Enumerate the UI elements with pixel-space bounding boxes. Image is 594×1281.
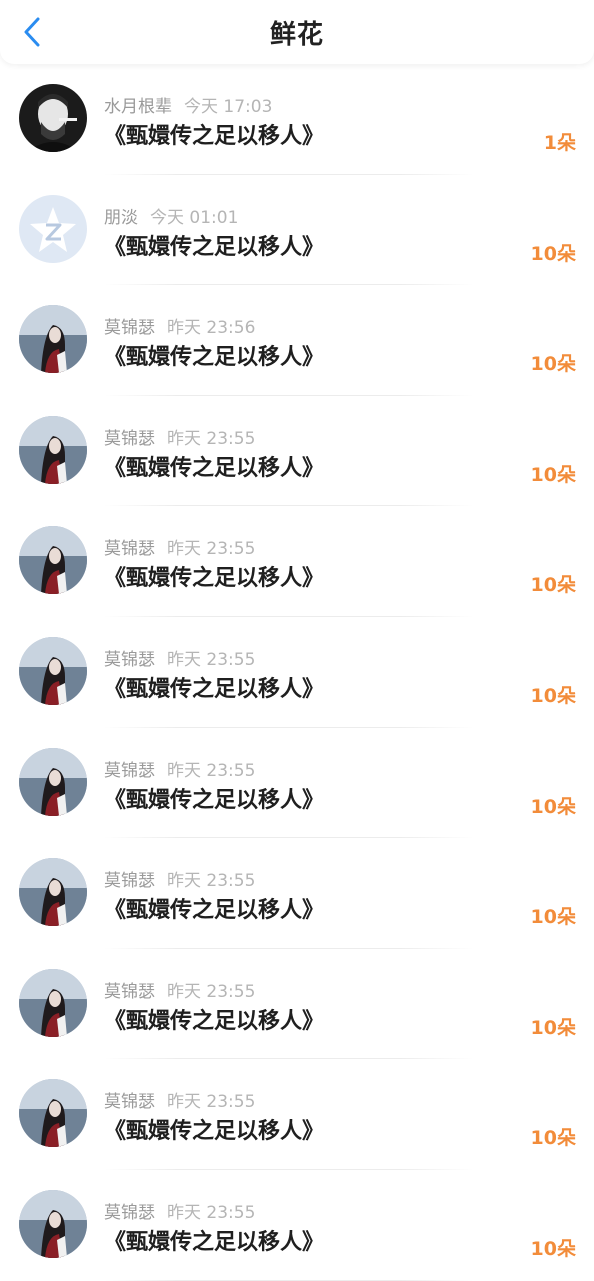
book-title: 《甄嬛传之足以移人》 bbox=[104, 1119, 325, 1145]
avatar-girl-image bbox=[19, 968, 87, 1037]
list-item-5[interactable]: 莫锦瑟 昨天 23:55 《甄嬛传之足以移人》 10朵 bbox=[0, 617, 594, 728]
list-item-4[interactable]: 莫锦瑟 昨天 23:55 《甄嬛传之足以移人》 10朵 bbox=[0, 506, 594, 617]
page-title: 鲜花 bbox=[269, 19, 324, 50]
avatar[interactable] bbox=[19, 84, 87, 152]
avatar-girl-image bbox=[19, 305, 87, 374]
avatar[interactable] bbox=[19, 1189, 87, 1258]
list-item-9[interactable]: 莫锦瑟 昨天 23:55 《甄嬛传之足以移人》 10朵 bbox=[0, 1059, 594, 1170]
list-item-3[interactable]: 莫锦瑟 昨天 23:55 《甄嬛传之足以移人》 10朵 bbox=[0, 396, 594, 507]
flower-count: 10朵 bbox=[530, 353, 576, 376]
flower-count: 10朵 bbox=[530, 684, 576, 707]
book-title: 《甄嬛传之足以移人》 bbox=[104, 124, 325, 149]
avatar-girl-image bbox=[19, 858, 87, 927]
book-title: 《甄嬛传之足以移人》 bbox=[104, 898, 325, 924]
flower-count: 10朵 bbox=[530, 1237, 576, 1260]
item-meta: 莫锦瑟 昨天 23:56 bbox=[104, 313, 255, 338]
item-meta: 莫锦瑟 昨天 23:55 bbox=[104, 977, 255, 1002]
item-meta: 水月根辈 今天 17:03 bbox=[104, 92, 272, 117]
sender-name[interactable]: 莫锦瑟 bbox=[104, 539, 155, 559]
list-item-8[interactable]: 莫锦瑟 昨天 23:55 《甄嬛传之足以移人》 10朵 bbox=[0, 949, 594, 1060]
avatar-girl-image bbox=[19, 636, 87, 705]
list-item-10[interactable]: 莫锦瑟 昨天 23:55 《甄嬛传之足以移人》 10朵 bbox=[0, 1170, 594, 1281]
avatar-girl-image bbox=[19, 526, 87, 595]
avatar[interactable] bbox=[19, 1079, 87, 1148]
sender-name[interactable]: 莫锦瑟 bbox=[104, 982, 155, 1002]
sender-name[interactable]: 莫锦瑟 bbox=[104, 1092, 155, 1112]
book-title: 《甄嬛传之足以移人》 bbox=[104, 234, 325, 260]
timestamp: 昨天 23:55 bbox=[167, 981, 256, 1002]
flower-count: 10朵 bbox=[530, 463, 576, 486]
book-title: 《甄嬛传之足以移人》 bbox=[104, 787, 325, 813]
sender-name[interactable]: 莫锦瑟 bbox=[104, 318, 155, 338]
avatar[interactable] bbox=[19, 747, 87, 816]
sender-name[interactable]: 莫锦瑟 bbox=[104, 650, 155, 670]
sender-name[interactable]: 莫锦瑟 bbox=[104, 871, 155, 891]
list-item-7[interactable]: 莫锦瑟 昨天 23:55 《甄嬛传之足以移人》 10朵 bbox=[0, 838, 594, 949]
sender-name[interactable]: 莫锦瑟 bbox=[104, 429, 155, 449]
timestamp: 昨天 23:56 bbox=[167, 318, 256, 339]
list-item-2[interactable]: 莫锦瑟 昨天 23:56 《甄嬛传之足以移人》 10朵 bbox=[0, 285, 594, 396]
item-meta: 莫锦瑟 昨天 23:55 bbox=[104, 534, 255, 559]
avatar[interactable] bbox=[19, 526, 87, 595]
book-title: 《甄嬛传之足以移人》 bbox=[104, 1008, 325, 1034]
flower-count: 10朵 bbox=[530, 1127, 576, 1150]
timestamp: 昨天 23:55 bbox=[167, 649, 256, 670]
list-item-0[interactable]: 水月根辈 今天 17:03 《甄嬛传之足以移人》 1朵 bbox=[0, 64, 594, 175]
avatar-girl-image bbox=[19, 415, 87, 484]
flower-count: 10朵 bbox=[530, 795, 576, 818]
timestamp: 昨天 23:55 bbox=[167, 1202, 256, 1223]
avatar[interactable] bbox=[19, 415, 87, 484]
flower-count: 1朵 bbox=[543, 132, 576, 154]
timestamp: 昨天 23:55 bbox=[167, 871, 256, 892]
timestamp: 昨天 23:55 bbox=[167, 428, 256, 449]
sender-name[interactable]: 水月根辈 bbox=[104, 97, 172, 117]
item-meta: 莫锦瑟 昨天 23:55 bbox=[104, 1198, 255, 1223]
book-title: 《甄嬛传之足以移人》 bbox=[104, 1229, 325, 1255]
timestamp: 今天 01:01 bbox=[150, 207, 239, 228]
timestamp: 今天 17:03 bbox=[184, 97, 273, 117]
book-title: 《甄嬛传之足以移人》 bbox=[104, 566, 325, 592]
timestamp: 昨天 23:55 bbox=[167, 539, 256, 560]
top-bar: 鲜花 bbox=[0, 0, 594, 64]
book-title: 《甄嬛传之足以移人》 bbox=[104, 455, 325, 481]
avatar[interactable] bbox=[19, 636, 87, 705]
flower-list: 水月根辈 今天 17:03 《甄嬛传之足以移人》 1朵 朋淡 今天 01:01 《甄… bbox=[0, 64, 594, 1281]
flower-count: 10朵 bbox=[530, 574, 576, 597]
avatar-girl-image bbox=[19, 1189, 87, 1258]
avatar[interactable] bbox=[19, 194, 87, 263]
item-meta: 莫锦瑟 昨天 23:55 bbox=[104, 424, 255, 449]
sender-name[interactable]: 莫锦瑟 bbox=[104, 761, 155, 781]
item-meta: 莫锦瑟 昨天 23:55 bbox=[104, 1087, 255, 1112]
list-item-1[interactable]: 朋淡 今天 01:01 《甄嬛传之足以移人》 10朵 bbox=[0, 175, 594, 286]
book-title: 《甄嬛传之足以移人》 bbox=[104, 345, 325, 371]
item-meta: 莫锦瑟 昨天 23:55 bbox=[104, 756, 255, 781]
flower-count: 10朵 bbox=[530, 242, 576, 265]
timestamp: 昨天 23:55 bbox=[167, 1092, 256, 1113]
avatar-default-z-image bbox=[19, 194, 87, 263]
flower-count: 10朵 bbox=[530, 1016, 576, 1039]
sender-name[interactable]: 朋淡 bbox=[104, 208, 138, 228]
list-item-6[interactable]: 莫锦瑟 昨天 23:55 《甄嬛传之足以移人》 10朵 bbox=[0, 728, 594, 839]
avatar-smoker-image bbox=[19, 84, 87, 152]
avatar[interactable] bbox=[19, 305, 87, 374]
book-title: 《甄嬛传之足以移人》 bbox=[104, 676, 325, 702]
sender-name[interactable]: 莫锦瑟 bbox=[104, 1203, 155, 1223]
timestamp: 昨天 23:55 bbox=[167, 760, 256, 781]
avatar-girl-image bbox=[19, 747, 87, 816]
avatar[interactable] bbox=[19, 858, 87, 927]
item-meta: 朋淡 今天 01:01 bbox=[104, 203, 238, 228]
avatar-girl-image bbox=[19, 1079, 87, 1148]
flower-count: 10朵 bbox=[530, 906, 576, 929]
item-meta: 莫锦瑟 昨天 23:55 bbox=[104, 645, 255, 670]
item-meta: 莫锦瑟 昨天 23:55 bbox=[104, 866, 255, 891]
avatar[interactable] bbox=[19, 968, 87, 1037]
